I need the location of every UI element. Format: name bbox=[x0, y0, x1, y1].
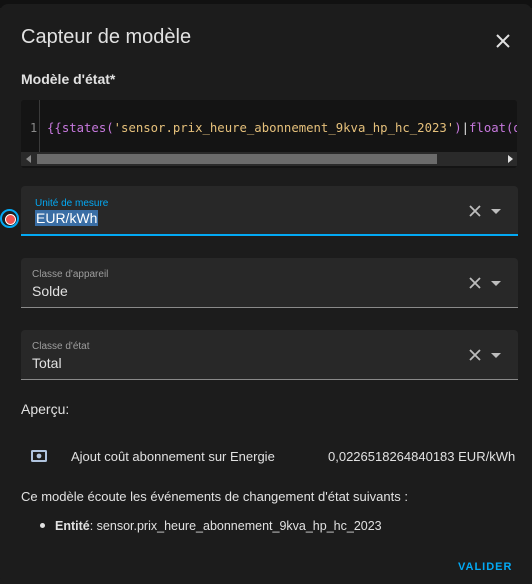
horizontal-scrollbar[interactable] bbox=[21, 152, 517, 166]
preview-entity-row[interactable]: Ajout coût abonnement sur Energie 0,0226… bbox=[21, 441, 521, 471]
bullet bbox=[40, 523, 45, 529]
code-filter: float(de bbox=[469, 121, 517, 135]
scroll-right-icon[interactable] bbox=[508, 155, 513, 163]
template-code-line[interactable]: {{states('sensor.prix_heure_abonnement_9… bbox=[47, 121, 517, 135]
dialog-title: Capteur de modèle bbox=[21, 26, 192, 48]
device-class-field[interactable]: Classe d'appareil Solde bbox=[21, 258, 518, 308]
clear-state-class-icon[interactable] bbox=[467, 347, 483, 363]
unit-field-value[interactable]: EUR/kWh bbox=[35, 210, 99, 226]
entity-label: Entité bbox=[55, 519, 90, 533]
template-sensor-dialog: Capteur de modèle Modèle d'état* 1 {{sta… bbox=[0, 4, 532, 584]
state-template-editor[interactable]: 1 {{states('sensor.prix_heure_abonnement… bbox=[21, 100, 517, 168]
code-close-paren: ) bbox=[454, 121, 462, 135]
listener-list-item: Entité: sensor.prix_heure_abonnement_9kv… bbox=[40, 519, 382, 533]
code-open-brace: {{ bbox=[47, 121, 62, 135]
state-class-label: Classe d'état bbox=[32, 341, 90, 352]
preview-entity-name: Ajout coût abonnement sur Energie bbox=[71, 449, 275, 464]
state-class-field[interactable]: Classe d'état Total bbox=[21, 330, 518, 380]
scrollbar-thumb[interactable] bbox=[37, 154, 437, 164]
preview-entity-value: 0,0226518264840183 EUR/kWh bbox=[328, 449, 516, 464]
code-function: states( bbox=[61, 121, 114, 135]
scroll-left-icon[interactable] bbox=[26, 155, 31, 163]
preview-heading: Aperçu: bbox=[21, 401, 70, 417]
device-class-value: Solde bbox=[32, 283, 68, 299]
line-number: 1 bbox=[30, 121, 38, 135]
close-icon[interactable] bbox=[491, 29, 515, 53]
home-assistant-badge-icon[interactable] bbox=[0, 209, 19, 228]
chevron-down-icon[interactable] bbox=[491, 353, 501, 358]
code-cursor: | bbox=[461, 121, 470, 135]
state-class-value: Total bbox=[32, 355, 62, 371]
clear-device-class-icon[interactable] bbox=[467, 275, 483, 291]
chevron-down-icon[interactable] bbox=[491, 209, 501, 214]
device-class-label: Classe d'appareil bbox=[32, 269, 109, 280]
state-template-label: Modèle d'état* bbox=[21, 71, 116, 87]
unit-of-measurement-field[interactable]: Unité de mesure EUR/kWh bbox=[21, 186, 518, 236]
unit-field-label: Unité de mesure bbox=[35, 198, 109, 209]
listeners-heading: Ce modèle écoute les événements de chang… bbox=[21, 489, 408, 504]
entity-id: : sensor.prix_heure_abonnement_9kva_hp_h… bbox=[89, 519, 382, 533]
chevron-down-icon[interactable] bbox=[491, 281, 501, 286]
clear-unit-icon[interactable] bbox=[467, 203, 483, 219]
code-string: 'sensor.prix_heure_abonnement_9kva_hp_hc… bbox=[113, 121, 455, 135]
submit-button[interactable]: VALIDER bbox=[458, 561, 512, 573]
cash-icon bbox=[31, 450, 47, 462]
